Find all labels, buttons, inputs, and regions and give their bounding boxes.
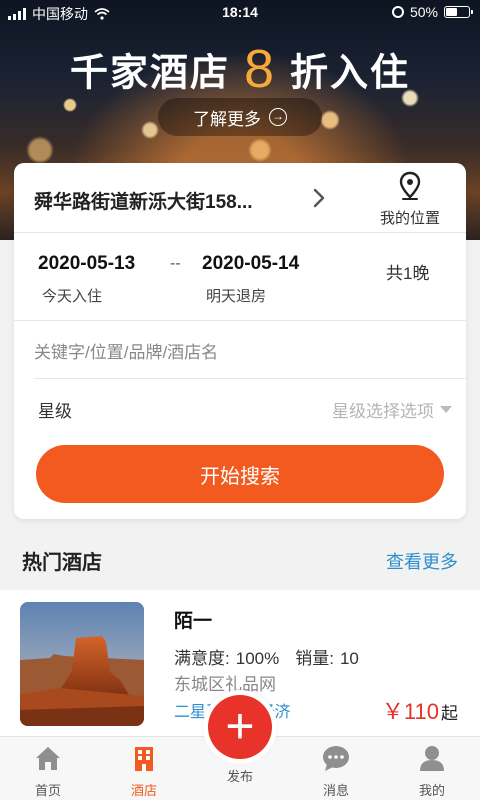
rotation-lock-icon bbox=[391, 6, 404, 18]
tab-home[interactable]: 首页 bbox=[8, 743, 88, 799]
hero-title-prefix: 千家酒店 bbox=[69, 52, 230, 95]
tab-profile[interactable]: 我的 bbox=[392, 743, 472, 799]
star-rating-row[interactable]: 星级 星级选择选项 bbox=[14, 383, 466, 435]
hotel-name[interactable]: 陌一 bbox=[174, 606, 212, 633]
tab-hotel-label: 酒店 bbox=[130, 783, 157, 798]
hero-title-number: 8 bbox=[243, 39, 277, 99]
location-text[interactable]: 舜华路街道新泺大街158... bbox=[34, 187, 253, 214]
location-row[interactable]: 舜华路街道新泺大街158... 我的位置 bbox=[14, 163, 466, 233]
home-icon bbox=[36, 747, 60, 770]
tab-profile-label: 我的 bbox=[418, 783, 445, 798]
hero-title: 千家酒店 8 折入住 bbox=[0, 38, 480, 100]
chevron-right-icon[interactable] bbox=[312, 187, 326, 209]
publish-label: 发布 bbox=[226, 769, 253, 784]
search-card: 舜华路街道新泺大街158... 我的位置 2020-05-13 今天入住 -- … bbox=[14, 163, 466, 519]
date-row[interactable]: 2020-05-13 今天入住 -- 2020-05-14 明天退房 共1晚 bbox=[14, 233, 466, 321]
checkin-label: 今天入住 bbox=[42, 288, 103, 305]
plus-icon[interactable]: + bbox=[208, 695, 272, 759]
location-pin-icon bbox=[399, 171, 421, 200]
hotel-stats: 满意度: 100% 销量: 10 bbox=[174, 644, 359, 669]
hotel-price: ￥110 起 bbox=[382, 694, 458, 726]
status-bar: 中国移动 18:14 50% bbox=[0, 0, 480, 26]
learn-more-button[interactable]: 了解更多 → bbox=[158, 98, 322, 136]
date-separator: -- bbox=[170, 255, 181, 272]
checkout-label: 明天退房 bbox=[206, 288, 267, 305]
keyword-search-input[interactable] bbox=[34, 327, 466, 379]
sales-label: 销量: bbox=[295, 649, 334, 668]
start-search-button[interactable]: 开始搜索 bbox=[36, 445, 444, 503]
hotel-thumbnail-image bbox=[20, 602, 144, 726]
tab-home-label: 首页 bbox=[34, 783, 61, 798]
see-more-link[interactable]: 查看更多 bbox=[386, 548, 458, 574]
checkout-date[interactable]: 2020-05-14 bbox=[202, 253, 299, 275]
tab-messages[interactable]: 消息 bbox=[296, 743, 376, 799]
battery-percent: 50% bbox=[409, 4, 438, 20]
satisfaction-label: 满意度: bbox=[174, 649, 230, 668]
nights-count: 共1晚 bbox=[386, 264, 430, 283]
my-location-label: 我的位置 bbox=[379, 210, 440, 227]
publish-circle[interactable]: + bbox=[203, 690, 277, 764]
price-value: ￥110 bbox=[381, 699, 439, 724]
hero-title-suffix: 折入住 bbox=[290, 52, 411, 95]
price-suffix: 起 bbox=[441, 704, 458, 723]
satisfaction-value: 100% bbox=[235, 649, 280, 668]
hotel-icon bbox=[135, 747, 153, 771]
publish-button[interactable]: + 发布 bbox=[200, 690, 280, 800]
star-select-value: 星级选择选项 bbox=[332, 402, 434, 421]
learn-more-label: 了解更多 bbox=[193, 109, 261, 129]
hotel-thumbnail[interactable] bbox=[20, 602, 144, 726]
tab-messages-label: 消息 bbox=[322, 783, 349, 798]
user-icon bbox=[420, 746, 444, 771]
sales-value: 10 bbox=[339, 649, 359, 668]
caret-down-icon bbox=[440, 406, 452, 413]
my-location-button[interactable]: 我的位置 bbox=[374, 171, 446, 228]
arrow-right-icon: → bbox=[269, 108, 287, 126]
star-label: 星级 bbox=[38, 402, 72, 421]
tab-hotel[interactable]: 酒店 bbox=[104, 743, 184, 799]
star-rating-select[interactable]: 星级选择选项 bbox=[332, 397, 452, 422]
battery-icon bbox=[444, 6, 473, 18]
hot-hotels-title: 热门酒店 bbox=[22, 552, 102, 574]
checkin-date[interactable]: 2020-05-13 bbox=[38, 253, 135, 275]
message-icon bbox=[323, 746, 349, 771]
